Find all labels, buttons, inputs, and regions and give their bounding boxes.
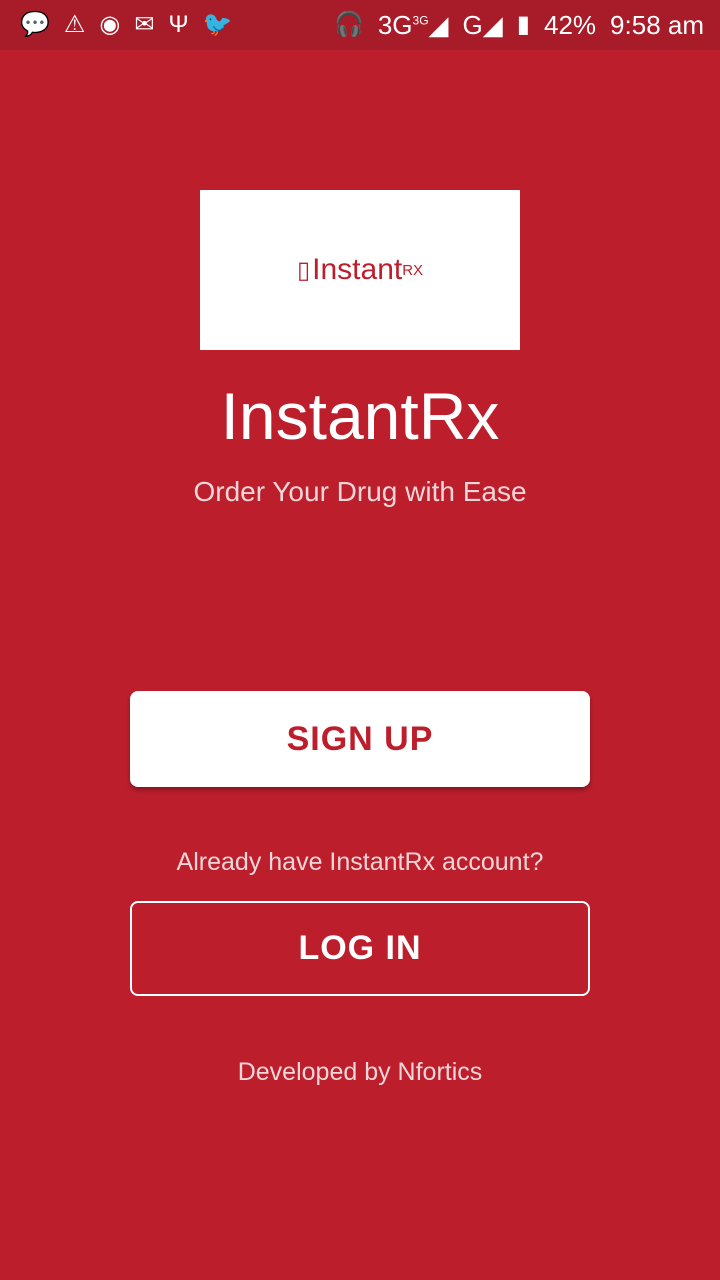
logo-text: Instant [312, 253, 403, 286]
usb-icon: Ψ [168, 11, 189, 38]
status-bar: 💬 ⚠ ◉ ✉ Ψ 🐦 🎧 3G3G◢ G◢ ▮ 42% 9:58 am [0, 0, 720, 50]
network-3g: 3G3G◢ [378, 10, 449, 41]
clock: 9:58 am [610, 9, 704, 40]
network-label: G [462, 9, 483, 40]
warning-icon: ⚠ [63, 11, 86, 38]
phone-pill-icon: ▯ [296, 256, 311, 284]
messenger-icon: ◉ [99, 11, 121, 38]
chat-icon: 💬 [20, 11, 50, 38]
log-in-button[interactable]: LOG IN [130, 901, 590, 996]
battery-icon: ▮ [516, 11, 530, 38]
developer-credit: Developed by Nfortics [237, 1058, 483, 1086]
network-label: 3G [377, 9, 413, 40]
signal-icon: ◢ [482, 9, 503, 40]
already-have-account-text: Already have InstantRx account? [176, 848, 544, 876]
twitter-icon: 🐦 [202, 11, 233, 38]
sign-up-button[interactable]: SIGN UP [130, 691, 590, 787]
headset-icon: 🎧 [333, 11, 364, 38]
logo-superscript: RX [402, 261, 424, 279]
network-sup: 3G [412, 12, 429, 27]
battery-percent: 42% [544, 9, 597, 40]
tagline: Order Your Drug with Ease [193, 476, 527, 507]
gmail-icon: ✉ [134, 11, 155, 38]
app-title: InstantRx [220, 379, 500, 453]
network-g: G◢ [463, 10, 503, 41]
app-logo: ▯ Instant RX [200, 190, 520, 350]
signal-icon: ◢ [428, 9, 449, 40]
